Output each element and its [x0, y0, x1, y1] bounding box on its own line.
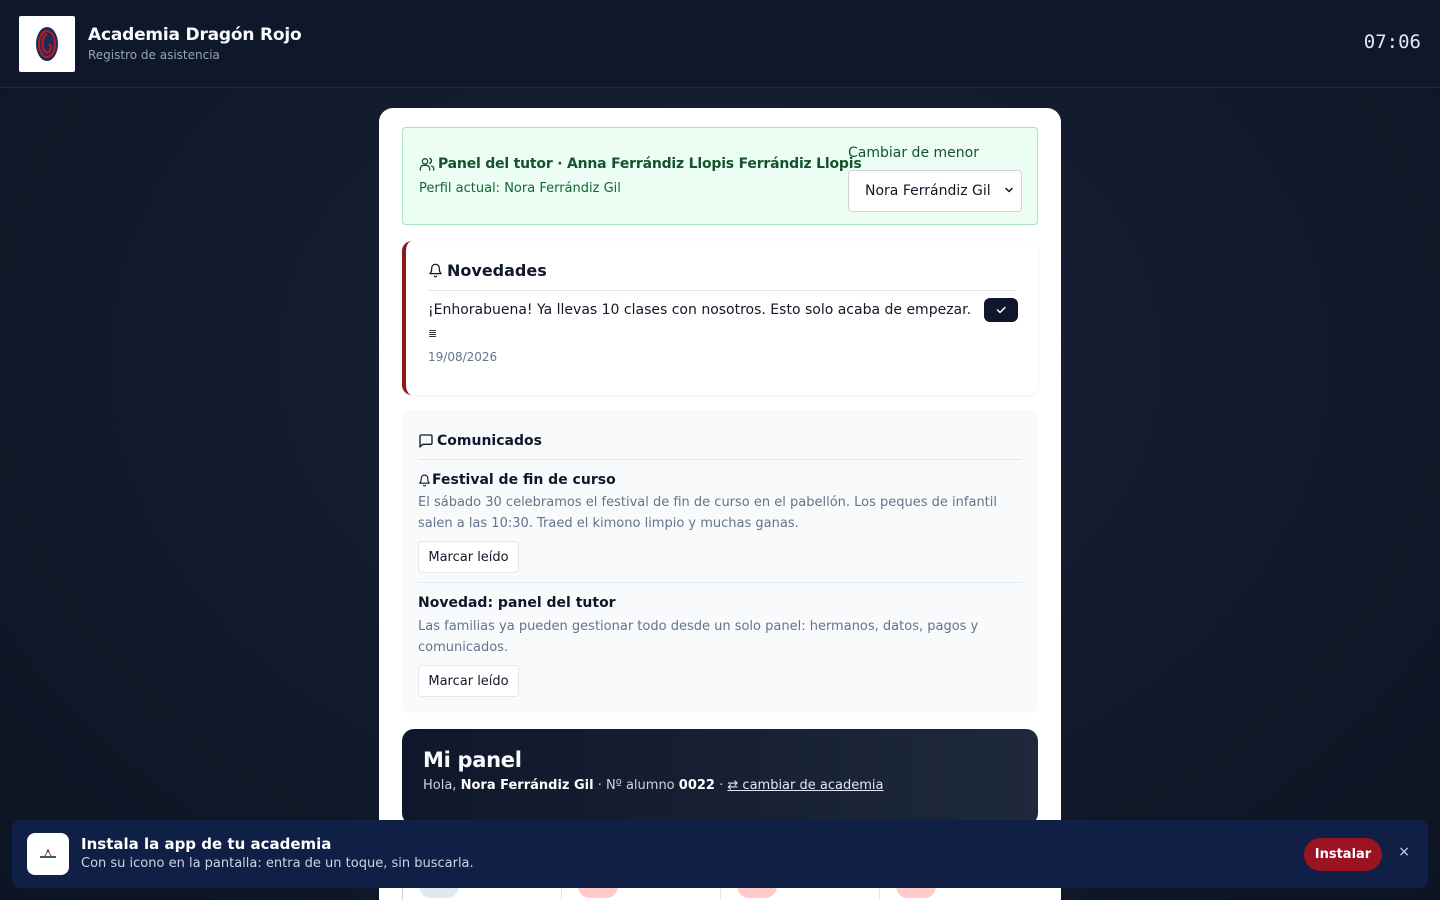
check-icon	[995, 301, 1007, 320]
install-app-banner: Instala la app de tu academia Con su ico…	[12, 820, 1428, 888]
communication-title: Festival de fin de curso	[418, 472, 616, 488]
tutor-panel-title: Panel del tutor · Anna Ferrándiz Llopis …	[419, 156, 862, 172]
academy-name: Academia Dragón Rojo	[88, 25, 302, 45]
mark-read-button[interactable]: Marcar leído	[418, 541, 519, 573]
student-name: Nora Ferrándiz Gil	[460, 778, 594, 793]
bell-icon	[418, 474, 431, 487]
dragon-crest-icon	[36, 26, 58, 61]
tutor-panel-title-text: Panel del tutor · Anna Ferrándiz Llopis …	[438, 156, 862, 172]
academy-mini-logo-icon	[40, 848, 56, 858]
communication-body: Las familias ya pueden gestionar todo de…	[418, 619, 979, 655]
top-bar: Academia Dragón Rojo Registro de asisten…	[0, 0, 1440, 88]
stat-tile[interactable]	[720, 886, 879, 900]
news-extra-glyph: ≣	[428, 327, 438, 340]
current-profile: Perfil actual: Nora Ferrándiz Gil	[419, 181, 621, 196]
my-panel-greeting: Hola, Nora Ferrándiz Gil · Nº alumno 002…	[423, 778, 883, 793]
tutor-panel: Panel del tutor · Anna Ferrándiz Llopis …	[402, 127, 1038, 225]
close-icon[interactable]: ×	[1398, 844, 1410, 860]
communication-title: Novedad: panel del tutor	[418, 595, 616, 611]
my-panel-title: Mi panel	[423, 748, 522, 772]
switch-minor-select[interactable]: Nora Ferrándiz Gil	[848, 170, 1022, 212]
switch-academy-link[interactable]: ⇄ cambiar de academia	[727, 778, 883, 793]
main-card: Panel del tutor · Anna Ferrándiz Llopis …	[379, 108, 1061, 900]
news-heading: Novedades	[428, 261, 1016, 291]
mark-read-button[interactable]: Marcar leído	[418, 665, 519, 697]
student-number-label: · Nº alumno	[597, 778, 675, 793]
bell-icon	[428, 263, 443, 278]
users-icon	[419, 156, 435, 172]
install-subtitle: Con su icono en la pantalla: entra de un…	[81, 856, 474, 871]
selected-minor: Nora Ferrándiz Gil	[865, 183, 991, 199]
news-heading-text: Novedades	[447, 261, 547, 280]
mark-seen-button[interactable]	[984, 298, 1018, 322]
install-button[interactable]: Instalar	[1304, 838, 1382, 871]
stat-tiles	[402, 886, 1038, 900]
communications-panel: Comunicados Festival de fin de curso El …	[402, 410, 1038, 713]
stat-tile[interactable]	[879, 886, 1038, 900]
chevron-down-icon	[1003, 184, 1015, 200]
news-date: 19/08/2026	[428, 350, 498, 364]
communication-body: El sábado 30 celebramos el festival de f…	[418, 495, 998, 531]
my-panel-hero: Mi panel Hola, Nora Ferrándiz Gil · Nº a…	[402, 729, 1038, 825]
install-title: Instala la app de tu academia	[81, 835, 332, 853]
app-icon	[27, 833, 69, 875]
communication-title-text: Festival de fin de curso	[432, 472, 616, 488]
greeting-text: Hola,	[423, 778, 457, 793]
communications-heading-text: Comunicados	[437, 432, 542, 449]
student-number: 0022	[678, 778, 715, 793]
separator: ·	[719, 778, 724, 793]
message-square-icon	[418, 433, 434, 449]
divider	[418, 582, 1022, 583]
stat-tile[interactable]	[561, 886, 720, 900]
communications-heading: Comunicados	[418, 430, 1022, 460]
academy-logo	[19, 15, 75, 72]
stat-tile[interactable]	[402, 886, 561, 900]
clock: 07:06	[1363, 31, 1421, 53]
news-panel: Novedades ¡Enhorabuena! Ya llevas 10 cla…	[402, 241, 1038, 395]
news-message: ¡Enhorabuena! Ya llevas 10 clases con no…	[428, 302, 972, 318]
switch-minor-label: Cambiar de menor	[848, 145, 979, 161]
app-subtitle: Registro de asistencia	[88, 48, 220, 62]
